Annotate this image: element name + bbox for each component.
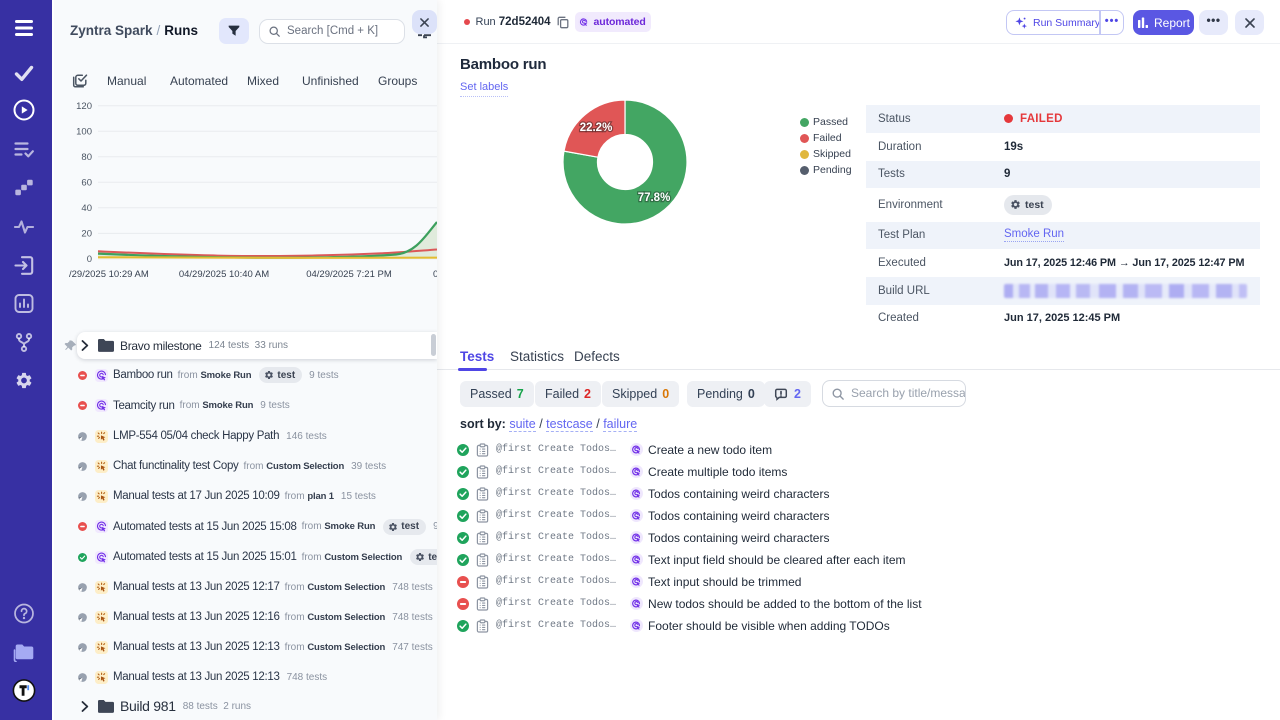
svg-text:20: 20 (81, 229, 92, 240)
svg-text:100: 100 (76, 127, 92, 138)
svg-text:77.8%: 77.8% (638, 192, 671, 204)
svg-text:120: 120 (76, 101, 92, 112)
svg-text:80: 80 (81, 152, 92, 163)
svg-text:04/29/2025: 04/29/2025 (433, 269, 437, 280)
svg-text:60: 60 (81, 178, 92, 189)
svg-text:04/29/2025 10:40 AM: 04/29/2025 10:40 AM (179, 269, 269, 280)
svg-text:04/29/2025 7:21 PM: 04/29/2025 7:21 PM (306, 269, 392, 280)
svg-text:0: 0 (87, 254, 92, 265)
svg-text:22.2%: 22.2% (580, 122, 613, 134)
svg-text:/29/2025 10:29 AM: /29/2025 10:29 AM (69, 269, 149, 280)
svg-text:40: 40 (81, 203, 92, 214)
